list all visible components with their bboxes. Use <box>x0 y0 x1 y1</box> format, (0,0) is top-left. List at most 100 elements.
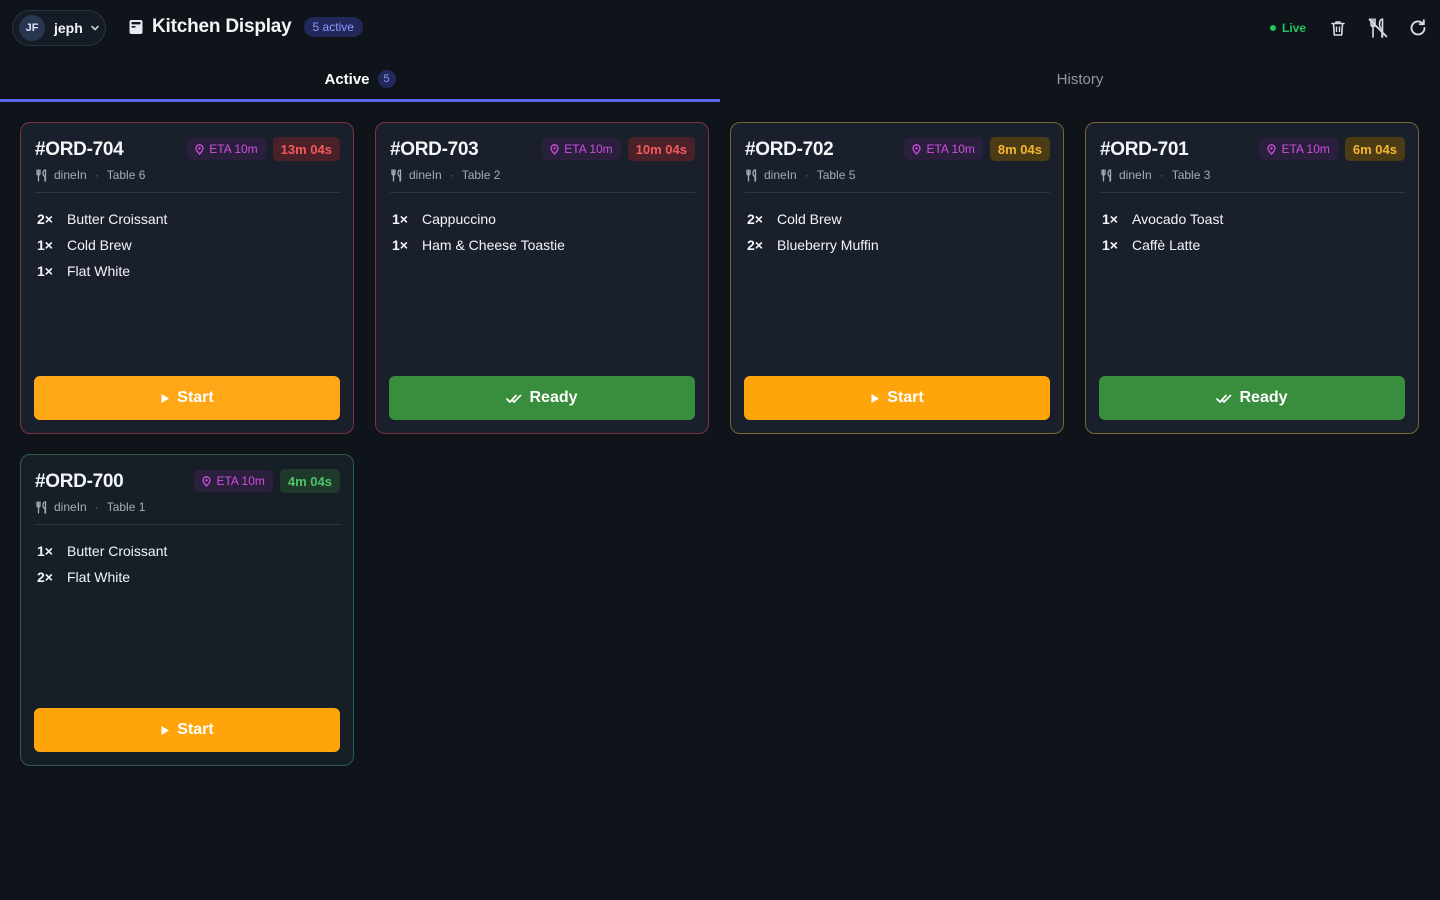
location-pin-icon <box>195 143 204 155</box>
item-name: Flat White <box>67 569 131 585</box>
meta-separator: · <box>1159 168 1164 182</box>
app-title-group: Kitchen Display 5 active <box>128 16 363 38</box>
order-id: #ORD-704 <box>35 139 124 160</box>
kitchen-display-icon <box>129 20 143 34</box>
meta-separator: · <box>94 500 99 514</box>
utensils-icon <box>1101 168 1112 182</box>
order-id: #ORD-703 <box>390 139 479 160</box>
item-qty: 2× <box>747 237 763 253</box>
elapsed-timer: 6m 04s <box>1344 137 1405 161</box>
play-icon <box>161 725 170 735</box>
list-item: 1× Avocado Toast <box>1102 206 1223 232</box>
utensils-icon <box>391 168 402 182</box>
item-name: Flat White <box>67 263 131 279</box>
ready-button-label: Ready <box>1239 389 1288 406</box>
tab-history[interactable]: History <box>720 56 1440 102</box>
order-card: #ORD-701 ETA 10m 6m 04s dineIn · Table 3… <box>1085 122 1419 434</box>
item-name: Avocado Toast <box>1132 211 1224 227</box>
order-badges: ETA 10m 6m 04s <box>1259 137 1405 161</box>
start-button-label: Start <box>177 721 214 738</box>
live-status-label: Live <box>1281 21 1306 35</box>
pause-orders-button[interactable] <box>1366 16 1390 40</box>
utensils-icon <box>746 168 757 182</box>
list-item: 1× Caffè Latte <box>1102 232 1223 258</box>
table-label: Table 6 <box>106 168 146 182</box>
order-card: #ORD-700 ETA 10m 4m 04s dineIn · Table 1… <box>20 454 354 766</box>
table-label: Table 3 <box>1171 168 1211 182</box>
order-card: #ORD-702 ETA 10m 8m 04s dineIn · Table 5… <box>730 122 1064 434</box>
trash-icon <box>1331 21 1345 36</box>
service-type: dineIn <box>764 168 797 182</box>
item-qty: 1× <box>1102 211 1118 227</box>
list-item: 1× Cold Brew <box>37 232 167 258</box>
active-count-badge: 5 active <box>303 17 363 37</box>
elapsed-timer: 10m 04s <box>627 137 695 161</box>
item-qty: 1× <box>37 263 53 279</box>
live-status-dot <box>1269 25 1276 31</box>
eta-text: ETA 10m <box>926 142 975 156</box>
start-button[interactable]: Start <box>34 708 340 752</box>
refresh-button[interactable] <box>1406 16 1430 40</box>
start-button-label: Start <box>177 389 214 406</box>
order-badges: ETA 10m 10m 04s <box>542 137 695 161</box>
list-item: 2× Blueberry Muffin <box>747 232 879 258</box>
ready-button[interactable]: Ready <box>1099 376 1405 420</box>
eta-text: ETA 10m <box>1281 142 1330 156</box>
meta-separator: · <box>449 168 454 182</box>
clear-button[interactable] <box>1326 16 1350 40</box>
eta-text: ETA 10m <box>564 142 613 156</box>
order-badges: ETA 10m 13m 04s <box>187 137 340 161</box>
item-name: Blueberry Muffin <box>777 237 879 253</box>
table-label: Table 2 <box>461 168 501 182</box>
list-item: 2× Butter Croissant <box>37 206 167 232</box>
item-qty: 1× <box>1102 237 1118 253</box>
order-meta: dineIn · Table 3 <box>1100 168 1210 182</box>
location-pin-icon <box>202 475 212 487</box>
item-qty: 1× <box>392 211 408 227</box>
list-item: 2× Flat White <box>37 564 167 590</box>
eta-badge: ETA 10m <box>904 138 983 160</box>
ready-button[interactable]: Ready <box>389 376 695 420</box>
order-card: #ORD-704 ETA 10m 13m 04s dineIn · Table … <box>20 122 354 434</box>
card-divider <box>390 192 695 193</box>
item-qty: 2× <box>747 211 763 227</box>
start-button[interactable]: Start <box>34 376 340 420</box>
item-qty: 2× <box>37 569 53 585</box>
list-item: 1× Flat White <box>37 258 167 284</box>
order-id: #ORD-700 <box>35 471 124 492</box>
table-label: Table 1 <box>106 500 146 514</box>
view-tabs: Active 5 History <box>0 56 1440 102</box>
meta-separator: · <box>94 168 99 182</box>
card-divider <box>1100 192 1405 193</box>
order-meta: dineIn · Table 6 <box>35 168 145 182</box>
eta-badge: ETA 10m <box>1259 138 1338 160</box>
utensils-icon <box>36 500 47 514</box>
start-button-label: Start <box>887 389 924 406</box>
list-item: 1× Cappuccino <box>392 206 565 232</box>
start-button[interactable]: Start <box>744 376 1050 420</box>
header-actions: Live <box>1269 16 1430 40</box>
utensils-icon <box>36 168 47 182</box>
order-items: 1× Avocado Toast 1× Caffè Latte <box>1102 206 1223 258</box>
service-type: dineIn <box>1119 168 1152 182</box>
chevron-down-icon <box>90 25 99 31</box>
tab-active[interactable]: Active 5 <box>0 56 720 102</box>
order-id: #ORD-702 <box>745 139 834 160</box>
user-menu-button[interactable]: JF jeph <box>12 10 106 46</box>
order-badges: ETA 10m 4m 04s <box>194 469 340 493</box>
location-pin-icon <box>912 143 922 155</box>
order-meta: dineIn · Table 2 <box>390 168 500 182</box>
eta-badge: ETA 10m <box>194 470 273 492</box>
user-name: jeph <box>54 20 83 36</box>
list-item: 1× Butter Croissant <box>37 538 167 564</box>
item-qty: 2× <box>37 211 53 227</box>
item-name: Butter Croissant <box>67 211 168 227</box>
order-items: 2× Butter Croissant 1× Cold Brew 1× Flat Wh… <box>37 206 167 284</box>
page-title: Kitchen Display <box>152 16 292 37</box>
item-qty: 1× <box>37 543 53 559</box>
card-divider <box>35 192 340 193</box>
item-name: Ham & Cheese Toastie <box>422 237 565 253</box>
eta-badge: ETA 10m <box>542 138 621 160</box>
order-items: 1× Cappuccino 1× Ham & Cheese Toastie <box>392 206 565 258</box>
item-name: Caffè Latte <box>1132 237 1201 253</box>
